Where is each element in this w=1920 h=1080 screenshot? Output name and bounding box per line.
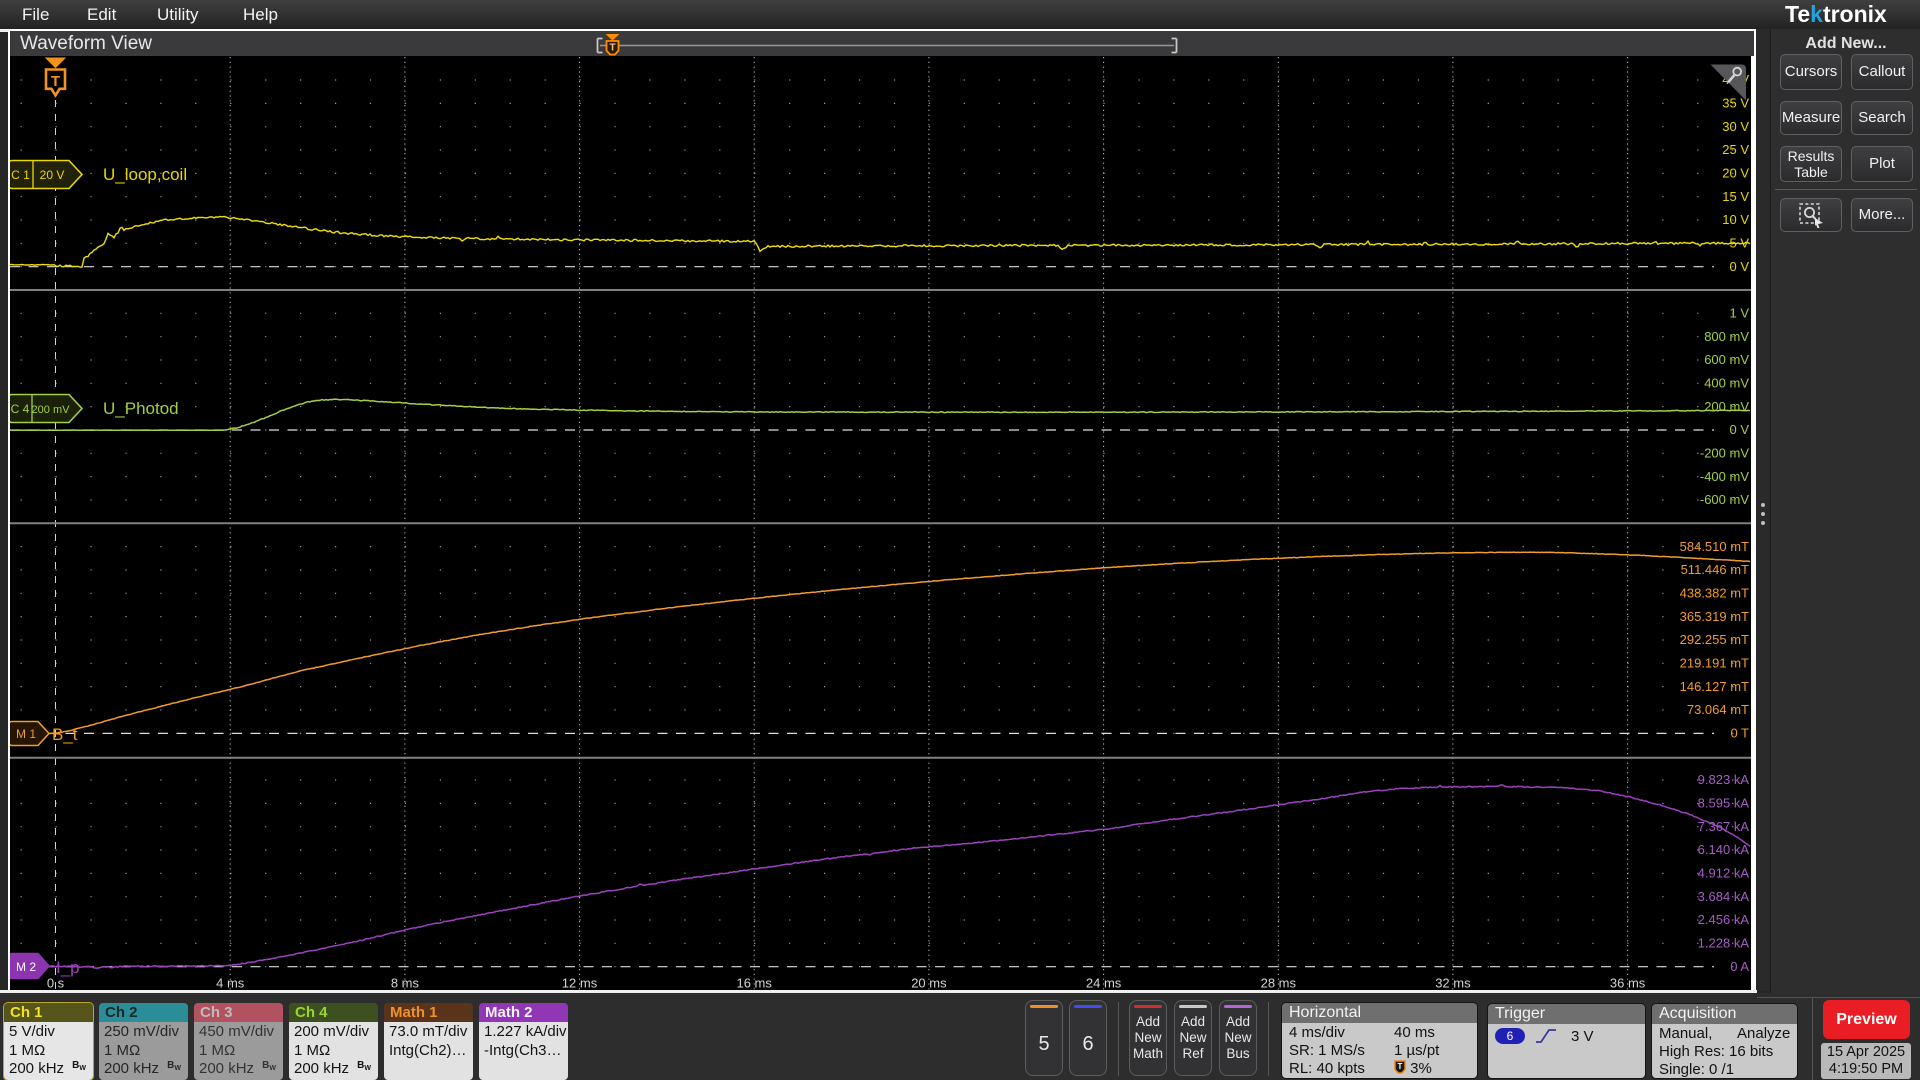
svg-text:0 T: 0 T [1730, 726, 1749, 741]
svg-text:T: T [609, 43, 615, 54]
svg-text:B_t: B_t [52, 725, 78, 744]
svg-text:25 V: 25 V [1722, 142, 1749, 157]
svg-text:1 V: 1 V [1729, 306, 1749, 321]
svg-text:15 V: 15 V [1722, 189, 1749, 204]
svg-text:511.446 mT: 511.446 mT [1681, 562, 1749, 577]
svg-text:600 mV: 600 mV [1704, 352, 1749, 367]
svg-text:8.595 kA: 8.595 kA [1698, 796, 1750, 811]
svg-text:0 V: 0 V [1729, 259, 1749, 274]
svg-text:M 1: M 1 [16, 727, 36, 741]
svg-text:0 s: 0 s [47, 976, 65, 991]
svg-text:20 V: 20 V [40, 168, 65, 182]
svg-text:5 V: 5 V [1729, 236, 1749, 251]
svg-text:0 A: 0 A [1730, 959, 1749, 974]
svg-text:2.456 kA: 2.456 kA [1698, 912, 1750, 927]
svg-text:T: T [51, 73, 60, 90]
svg-text:800 mV: 800 mV [1704, 329, 1749, 344]
svg-text:24 ms: 24 ms [1086, 976, 1122, 991]
svg-text:73.064 mT: 73.064 mT [1687, 702, 1749, 717]
svg-text:12 ms: 12 ms [562, 976, 598, 991]
svg-text:4 ms: 4 ms [216, 976, 245, 991]
svg-text:292.255 mT: 292.255 mT [1680, 632, 1749, 647]
svg-text:-600 mV: -600 mV [1700, 492, 1749, 507]
svg-text:32 ms: 32 ms [1435, 976, 1471, 991]
svg-text:219.191 mT: 219.191 mT [1680, 656, 1749, 671]
svg-text:T: T [1398, 1062, 1403, 1071]
svg-text:U_Photod: U_Photod [103, 399, 179, 418]
svg-text:4.912 kA: 4.912 kA [1698, 866, 1750, 881]
svg-text:9.823 kA: 9.823 kA [1698, 772, 1750, 787]
svg-text:20 V: 20 V [1722, 166, 1749, 181]
svg-text:7.367 kA: 7.367 kA [1698, 819, 1750, 834]
svg-text:36 ms: 36 ms [1610, 976, 1646, 991]
svg-text:8 ms: 8 ms [391, 976, 420, 991]
svg-text:1.228 kA: 1.228 kA [1698, 936, 1750, 951]
svg-text:28 ms: 28 ms [1261, 976, 1297, 991]
svg-text:-200 mV: -200 mV [1700, 446, 1749, 461]
svg-text:0 V: 0 V [1729, 422, 1749, 437]
svg-text:U_loop,coil: U_loop,coil [103, 165, 187, 184]
svg-text:C 1: C 1 [11, 168, 30, 182]
svg-text:M 2: M 2 [16, 960, 36, 974]
svg-text:I_p: I_p [56, 958, 80, 977]
svg-text:20 ms: 20 ms [911, 976, 947, 991]
svg-text:3.684 kA: 3.684 kA [1698, 889, 1750, 904]
svg-text:30 V: 30 V [1722, 119, 1749, 134]
svg-text:365.319 mT: 365.319 mT [1680, 609, 1749, 624]
svg-text:6.140 kA: 6.140 kA [1698, 842, 1750, 857]
svg-text:200 mV: 200 mV [1704, 399, 1749, 414]
svg-text:200 mV: 200 mV [32, 404, 71, 416]
svg-text:584.510 mT: 584.510 mT [1680, 539, 1749, 554]
svg-text:16 ms: 16 ms [736, 976, 772, 991]
svg-text:-400 mV: -400 mV [1700, 469, 1749, 484]
svg-text:146.127 mT: 146.127 mT [1680, 679, 1749, 694]
svg-text:10 V: 10 V [1722, 212, 1749, 227]
svg-text:438.382 mT: 438.382 mT [1680, 586, 1749, 601]
svg-text:400 mV: 400 mV [1704, 376, 1749, 391]
svg-text:C 4: C 4 [11, 402, 30, 416]
